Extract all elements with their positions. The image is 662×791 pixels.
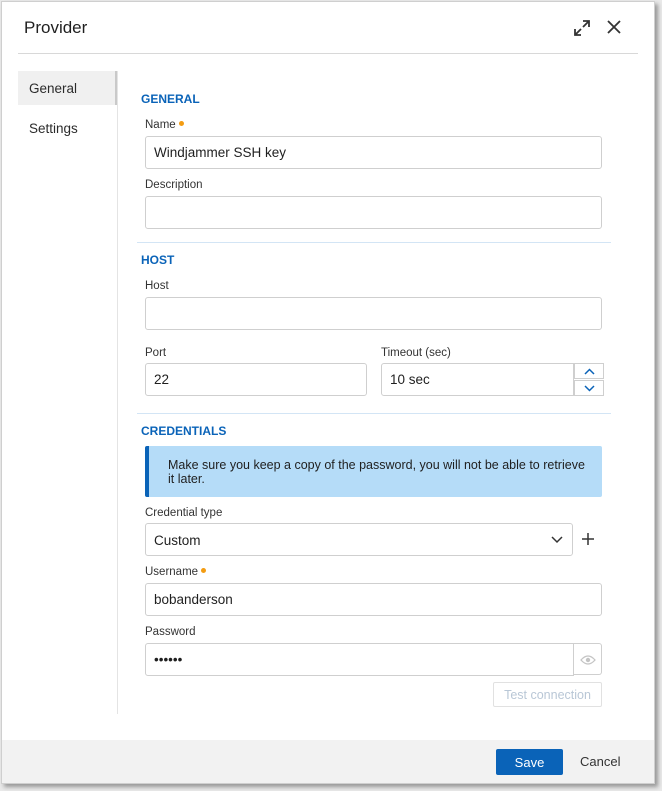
nav-item-general[interactable]: General	[18, 71, 116, 105]
name-input[interactable]	[145, 136, 602, 169]
name-label-text: Name	[145, 119, 176, 131]
password-input[interactable]	[145, 643, 574, 676]
chevron-down-icon	[551, 536, 563, 544]
description-input[interactable]	[145, 196, 602, 229]
port-label: Port	[145, 347, 167, 359]
section-divider	[137, 242, 611, 243]
section-title-general: GENERAL	[141, 92, 200, 106]
password-label: Password	[145, 626, 196, 638]
credential-type-label: Credential type	[145, 507, 223, 519]
name-label: Name	[145, 119, 184, 131]
stepper-down-button[interactable]	[574, 380, 604, 396]
timeout-input[interactable]	[381, 363, 574, 396]
show-password-button[interactable]	[574, 643, 602, 675]
cancel-button[interactable]: Cancel	[580, 754, 620, 769]
dialog-title: Provider	[24, 18, 88, 37]
credential-type-select[interactable]: Custom	[145, 523, 573, 556]
chevron-down-icon	[584, 385, 595, 392]
username-input[interactable]	[145, 583, 602, 616]
section-title-host: HOST	[141, 253, 175, 267]
nav-item-settings[interactable]: Settings	[18, 111, 116, 145]
expand-icon[interactable]	[572, 18, 592, 38]
host-label: Host	[145, 280, 169, 292]
nav-divider	[117, 71, 118, 714]
host-input[interactable]	[145, 297, 602, 330]
section-divider	[137, 413, 611, 414]
timeout-label: Timeout (sec)	[381, 347, 451, 359]
nav-item-label: General	[29, 81, 78, 96]
section-title-credentials: CREDENTIALS	[141, 424, 227, 438]
description-label: Description	[145, 179, 203, 191]
required-indicator	[178, 121, 184, 126]
username-label: Username	[145, 566, 207, 578]
close-icon[interactable]	[604, 17, 624, 37]
username-label-text: Username	[145, 566, 199, 578]
chevron-up-icon	[584, 368, 595, 375]
provider-dialog: Provider General Settings GENERAL Name D…	[1, 1, 655, 784]
stepper-up-button[interactable]	[574, 363, 604, 379]
test-connection-button[interactable]: Test connection	[493, 682, 602, 707]
info-banner: Make sure you keep a copy of the passwor…	[145, 446, 602, 497]
required-indicator	[201, 568, 207, 573]
add-icon[interactable]	[580, 531, 596, 547]
eye-icon	[580, 655, 596, 665]
timeout-stepper	[574, 363, 604, 396]
credential-type-value: Custom	[154, 533, 201, 548]
port-input[interactable]	[145, 363, 367, 396]
save-button[interactable]: Save	[496, 749, 563, 775]
header-divider	[18, 53, 638, 54]
nav-item-label: Settings	[29, 121, 78, 136]
